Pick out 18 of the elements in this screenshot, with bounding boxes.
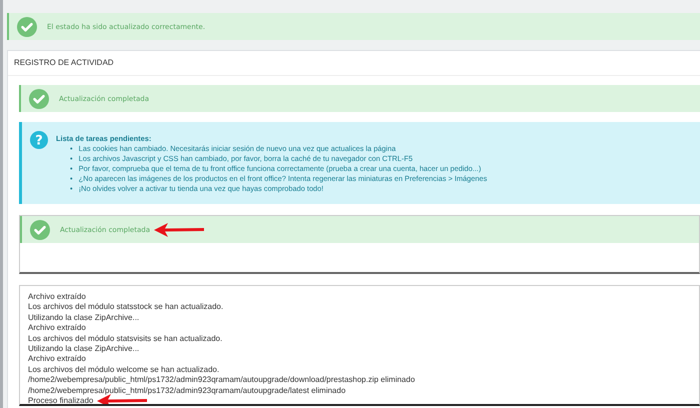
- log-line: Archivo extraído: [28, 323, 86, 334]
- log-line: /home2/webempresa/public_html/ps1732/admin923qramam/autoupgrade/latest eliminado: [28, 386, 346, 396]
- log-line: /home2/webempresa/public_html/ps1732/admin923qramam/autoupgrade/download/prestashop.zip eliminado: [28, 375, 415, 386]
- checkmark-icon: [17, 16, 37, 36]
- checkmark-icon: [30, 220, 50, 240]
- arrow-icon: [154, 222, 204, 236]
- help-icon: ?: [30, 131, 48, 149]
- log-line: Utilizando la clase ZipArchive...: [28, 344, 140, 354]
- log-line: Los archivos del módulo statsstock se han actualizado.: [28, 302, 224, 313]
- log-line: Archivo extraído: [28, 292, 86, 302]
- log-line: Los archivos del módulo welcome se han actualizado.: [28, 364, 220, 376]
- arrow-icon: [97, 394, 148, 404]
- log-line: Utilizando la clase ZipArchive...: [28, 312, 140, 324]
- log-line: Archivo extraído: [28, 354, 86, 365]
- log-line: Proceso finalizado: [28, 396, 94, 404]
- checkmark-icon: [29, 88, 49, 108]
- panel-title: REGISTRO DE ACTIVIDAD: [8, 51, 700, 76]
- log-line: Los archivos del módulo statsvisits se han actualizado.: [28, 334, 222, 344]
